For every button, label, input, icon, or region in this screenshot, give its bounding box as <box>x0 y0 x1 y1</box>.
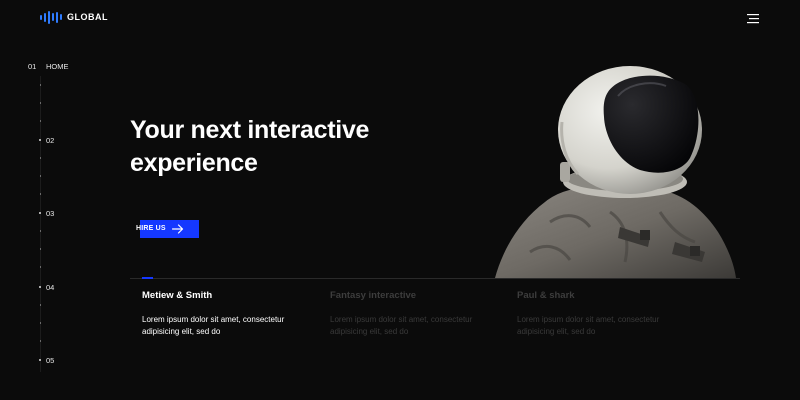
nav-item-03[interactable]: 03 <box>28 209 54 218</box>
nav-tick <box>40 304 41 306</box>
nav-tick <box>40 230 41 232</box>
card-title: Paul & shark <box>517 290 575 301</box>
nav-tick <box>40 266 41 268</box>
card-fantasy-interactive[interactable]: Fantasy interactive Lorem ipsum dolor si… <box>330 290 500 338</box>
nav-dot <box>39 359 41 361</box>
card-title: Metiew & Smith <box>142 290 213 301</box>
nav-item-02[interactable]: 02 <box>28 136 54 145</box>
hero-title-line-1: Your next interactive <box>130 116 370 144</box>
nav-tick <box>40 322 41 324</box>
menu-button[interactable] <box>747 11 760 24</box>
hire-us-button[interactable]: HIRE US <box>136 220 199 238</box>
astronaut-image <box>495 66 736 278</box>
card-title: Fantasy interactive <box>330 290 417 301</box>
card-metiew-smith[interactable]: Metiew & Smith Lorem ipsum dolor sit ame… <box>142 290 312 338</box>
nav-tick <box>40 175 41 177</box>
landing-page: GLOBAL 01 HOME 02 03 04 05 Your next int… <box>0 0 800 400</box>
nav-tick <box>40 248 41 250</box>
logo[interactable]: GLOBAL <box>40 10 108 24</box>
nav-tick <box>40 102 41 104</box>
hero-title-line-2: experience <box>130 149 258 177</box>
nav-tick <box>40 340 41 342</box>
nav-dot <box>39 286 41 288</box>
nav-item-05[interactable]: 05 <box>28 356 54 365</box>
nav-tick <box>40 193 41 195</box>
card-text: Lorem ipsum dolor sit amet, consectetur … <box>517 315 660 336</box>
nav-dot <box>39 212 41 214</box>
card-text: Lorem ipsum dolor sit amet, consectetur … <box>330 315 473 336</box>
nav-item-number: 01 <box>28 62 37 71</box>
hero-title: Your next interactive experience <box>130 114 450 180</box>
nav-item-number: 03 <box>46 209 55 218</box>
card-paul-shark[interactable]: Paul & shark Lorem ipsum dolor sit amet,… <box>517 290 687 338</box>
nav-tick <box>40 120 41 122</box>
card-text: Lorem ipsum dolor sit amet, consectetur … <box>142 315 285 336</box>
logo-text: GLOBAL <box>67 12 108 22</box>
nav-item-label: HOME <box>46 62 69 71</box>
arrow-right-icon <box>172 224 184 234</box>
nav-item-04[interactable]: 04 <box>28 283 54 292</box>
logo-bars-icon <box>40 10 62 24</box>
nav-item-home[interactable]: 01 HOME <box>28 62 69 71</box>
nav-dot <box>39 139 41 141</box>
nav-item-number: 05 <box>46 356 55 365</box>
side-nav: 01 HOME 02 03 04 05 <box>28 62 88 372</box>
nav-tick <box>40 157 41 159</box>
header: GLOBAL <box>40 10 760 26</box>
nav-tick <box>40 84 41 86</box>
nav-item-number: 02 <box>46 136 55 145</box>
hire-us-label: HIRE US <box>136 225 166 232</box>
active-indicator <box>142 277 153 279</box>
nav-item-number: 04 <box>46 283 55 292</box>
divider-line <box>130 278 740 279</box>
hamburger-menu-icon <box>747 14 759 24</box>
